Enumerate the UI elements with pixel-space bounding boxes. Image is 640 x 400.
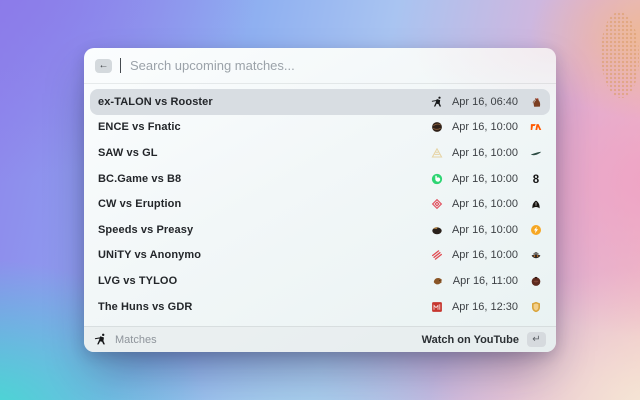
match-title: SAW vs GL: [98, 147, 158, 159]
match-title: ENCE vs Fnatic: [98, 121, 181, 133]
match-title: The Huns vs GDR: [98, 301, 192, 313]
match-time: Apr 16, 12:30: [452, 301, 518, 313]
list-item[interactable]: Speeds vs Preasy Apr 16, 10:00: [90, 217, 550, 243]
wallpaper-texture: [601, 12, 639, 98]
unity-logo-icon: [431, 249, 443, 261]
list-item[interactable]: ex-TALON vs Rooster Apr 16, 06:40: [90, 89, 550, 115]
cw-logo-icon: [431, 198, 443, 210]
match-time: Apr 16, 10:00: [452, 121, 518, 133]
match-time: Apr 16, 10:00: [452, 173, 518, 185]
match-title: CW vs Eruption: [98, 198, 181, 210]
bcgame-logo-icon: [431, 173, 443, 185]
match-time: Apr 16, 11:00: [453, 275, 518, 287]
list-item[interactable]: SAW vs GL Apr 16, 10:00: [90, 140, 550, 166]
svg-text:8: 8: [533, 174, 540, 185]
eruption-logo-icon: [530, 198, 542, 210]
text-caret: [120, 58, 121, 73]
match-time: Apr 16, 10:00: [452, 224, 518, 236]
tyloo-logo-icon: [530, 275, 542, 287]
footer-source: Matches: [94, 333, 157, 346]
preasy-logo-icon: [530, 224, 542, 236]
primary-action[interactable]: Watch on YouTube ↵: [422, 332, 546, 347]
list-item[interactable]: CW vs Eruption Apr 16, 10:00: [90, 191, 550, 217]
list-item[interactable]: UNiTY vs Anonymo Apr 16, 10:00: [90, 243, 550, 269]
back-button[interactable]: ←: [95, 59, 112, 73]
match-list: ex-TALON vs Rooster Apr 16, 06:40 ENCE vs …: [84, 84, 556, 326]
fnatic-logo-icon: [530, 121, 542, 133]
list-item[interactable]: LVG vs TYLOO Apr 16, 11:00: [90, 268, 550, 294]
csgo-player-icon: [94, 333, 107, 346]
list-item[interactable]: The Huns vs GDR Apr 16, 12:30: [90, 294, 550, 320]
match-time: Apr 16, 10:00: [452, 198, 518, 210]
b8-logo-icon: 8: [530, 173, 542, 185]
match-title: BC.Game vs B8: [98, 173, 181, 185]
lvg-logo-icon: [432, 275, 444, 287]
gdr-logo-icon: [530, 301, 542, 313]
primary-action-label: Watch on YouTube: [422, 334, 519, 346]
match-time: Apr 16, 10:00: [452, 147, 518, 159]
match-title: Speeds vs Preasy: [98, 224, 193, 236]
search-input[interactable]: [130, 58, 545, 73]
thehuns-logo-icon: [431, 301, 443, 313]
match-title: LVG vs TYLOO: [98, 275, 177, 287]
list-item[interactable]: ENCE vs Fnatic Apr 16, 10:00: [90, 115, 550, 141]
gl-logo-icon: [530, 147, 542, 159]
search-bar: ←: [84, 48, 556, 84]
footer-bar: Matches Watch on YouTube ↵: [84, 326, 556, 352]
csgo-player-icon: [431, 96, 443, 108]
matches-search-window: ← ex-TALON vs Rooster Apr 16, 06:40 ENCE v…: [84, 48, 556, 352]
speeds-logo-icon: [431, 224, 443, 236]
match-title: ex-TALON vs Rooster: [98, 96, 213, 108]
match-time: Apr 16, 10:00: [452, 249, 518, 261]
saw-logo-icon: [431, 147, 443, 159]
anonymo-logo-icon: [530, 249, 542, 261]
footer-source-label: Matches: [115, 334, 157, 346]
rooster-logo-icon: [530, 96, 542, 108]
match-title: UNiTY vs Anonymo: [98, 249, 201, 261]
arrow-left-icon: ←: [99, 61, 109, 71]
list-item[interactable]: BC.Game vs B8 Apr 16, 10:00 8: [90, 166, 550, 192]
ence-logo-icon: [431, 121, 443, 133]
return-key-icon: ↵: [527, 332, 546, 347]
match-time: Apr 16, 06:40: [452, 96, 518, 108]
